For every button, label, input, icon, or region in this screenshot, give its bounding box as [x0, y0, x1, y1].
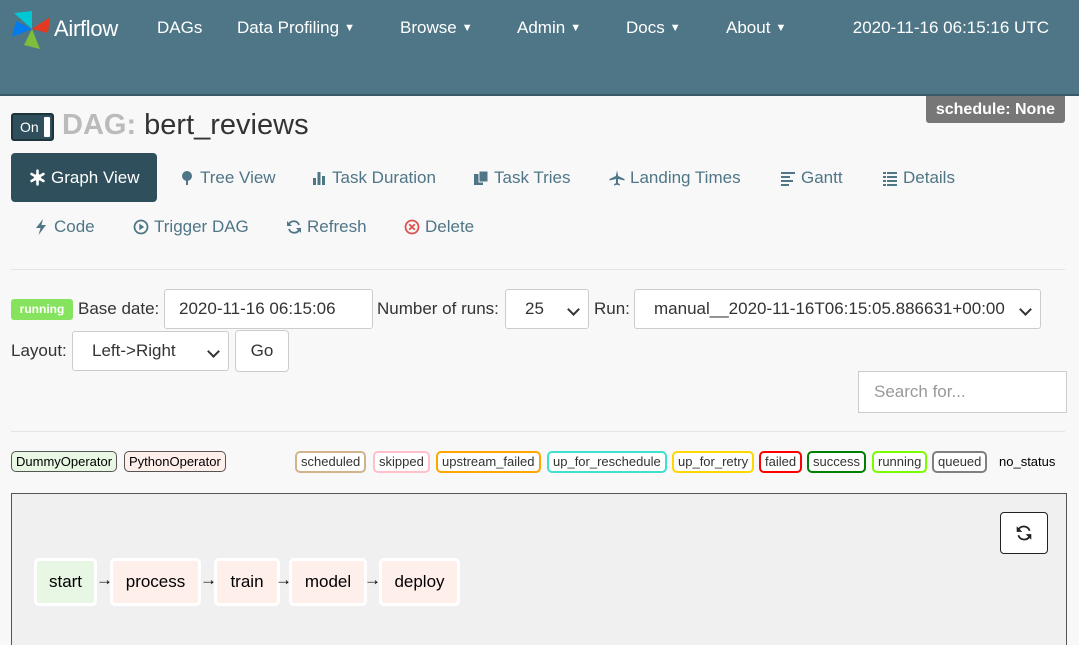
- tab-graph-view[interactable]: Graph View: [11, 153, 157, 202]
- tab-task-tries[interactable]: Task Tries: [473, 168, 571, 188]
- legend-operator-dummy: DummyOperator: [11, 451, 118, 472]
- nav-admin-label: Admin: [517, 18, 566, 37]
- refresh-icon: [1016, 525, 1032, 541]
- dag-run-state-badge: running: [11, 299, 73, 320]
- trigger-dag-label: Trigger DAG: [154, 217, 249, 236]
- base-date-label: Base date:: [78, 299, 160, 318]
- tab-details-label: Details: [903, 168, 955, 187]
- nav-docs-label: Docs: [626, 18, 665, 37]
- num-runs-value: 25: [525, 299, 544, 318]
- dag-pause-toggle[interactable]: On: [11, 113, 54, 141]
- tab-gantt[interactable]: Gantt: [780, 168, 843, 188]
- search-input[interactable]: Search for...: [858, 371, 1067, 413]
- flash-icon: [36, 219, 46, 235]
- divider: [11, 269, 1065, 270]
- task-node-deploy[interactable]: deploy: [379, 558, 460, 606]
- page-title: DAG: bert_reviews: [62, 107, 309, 143]
- task-node-model[interactable]: model: [289, 558, 367, 606]
- play-circle-icon: [133, 219, 149, 235]
- task-node-train[interactable]: train: [214, 558, 280, 606]
- legend-state-success[interactable]: success: [807, 451, 866, 473]
- layout-select[interactable]: Left->Right: [72, 331, 229, 371]
- dag-prefix: DAG:: [62, 109, 137, 141]
- nav-data-profiling-label: Data Profiling: [237, 18, 340, 37]
- layout-value: Left->Right: [92, 341, 176, 360]
- legend-operator-python: PythonOperator: [124, 451, 226, 472]
- nav-docs[interactable]: Docs ▼: [626, 18, 681, 40]
- duplicate-icon: [474, 170, 489, 185]
- align-left-icon: [781, 172, 795, 186]
- trigger-dag-button[interactable]: Trigger DAG: [133, 217, 249, 237]
- tab-graph-view-label: Graph View: [51, 167, 140, 187]
- tab-tree-view[interactable]: Tree View: [179, 168, 276, 188]
- legend-state-upstream-failed[interactable]: upstream_failed: [436, 451, 541, 473]
- legend-state-no-status[interactable]: no_status: [999, 454, 1055, 469]
- refresh-icon: [287, 220, 301, 234]
- graph-refresh-button[interactable]: [1000, 512, 1048, 554]
- layout-label: Layout:: [11, 341, 67, 360]
- legend-state-running[interactable]: running: [872, 451, 928, 473]
- nav-admin[interactable]: Admin ▼: [517, 18, 581, 40]
- chevron-down-icon: ▼: [570, 22, 582, 34]
- tab-task-duration-label: Task Duration: [332, 168, 436, 187]
- num-runs-select[interactable]: 25: [505, 289, 589, 329]
- tab-landing-times[interactable]: Landing Times: [609, 168, 741, 188]
- legend-state-queued[interactable]: queued: [932, 451, 988, 473]
- tab-task-tries-label: Task Tries: [494, 168, 571, 187]
- refresh-button[interactable]: Refresh: [286, 217, 367, 237]
- chevron-down-icon: ▼: [344, 22, 355, 34]
- toggle-label: On: [20, 119, 39, 135]
- delete-label: Delete: [425, 217, 475, 236]
- brand-name: Airflow: [54, 16, 118, 41]
- legend-state-scheduled[interactable]: scheduled: [295, 451, 367, 473]
- task-node-process[interactable]: process: [110, 558, 201, 606]
- asterisk-icon: [30, 169, 45, 186]
- legend-state-up-for-reschedule[interactable]: up_for_reschedule: [547, 451, 667, 473]
- top-navbar: Airflow DAGs Data Profiling ▼ Browse ▼ Adm…: [0, 0, 1079, 96]
- legend-state-up-for-retry[interactable]: up_for_retry: [672, 451, 755, 473]
- schedule-badge: schedule: None: [925, 96, 1065, 123]
- refresh-label: Refresh: [307, 217, 367, 236]
- tree-icon: [182, 171, 192, 185]
- list-icon: [883, 172, 897, 186]
- pinwheel-icon: [12, 11, 50, 49]
- airflow-logo[interactable]: Airflow: [10, 7, 118, 51]
- num-runs-label: Number of runs:: [377, 299, 499, 318]
- chevron-down-icon: ▼: [461, 22, 473, 34]
- tab-tree-view-label: Tree View: [200, 168, 276, 187]
- nav-about[interactable]: About ▼: [726, 18, 786, 40]
- plane-icon: [609, 170, 625, 186]
- base-date-input[interactable]: 2020-11-16 06:15:06: [164, 289, 373, 329]
- nav-data-profiling[interactable]: Data Profiling ▼: [237, 18, 355, 40]
- run-label: Run:: [594, 299, 630, 318]
- task-node-start[interactable]: start: [34, 558, 97, 606]
- utc-clock: 2020-11-16 06:15:16 UTC: [852, 18, 1049, 37]
- chevron-down-icon: ▼: [669, 22, 681, 34]
- nav-about-label: About: [726, 18, 771, 37]
- bar-chart-icon: [313, 172, 325, 185]
- delete-button[interactable]: Delete: [404, 217, 474, 237]
- nav-dags-label: DAGs: [157, 18, 203, 37]
- divider: [11, 431, 1065, 432]
- tab-code[interactable]: Code: [33, 217, 95, 237]
- chevron-down-icon: ▼: [775, 22, 787, 34]
- tab-code-label: Code: [54, 217, 95, 236]
- legend-state-failed[interactable]: failed: [759, 451, 803, 473]
- tab-task-duration[interactable]: Task Duration: [311, 168, 436, 188]
- run-value: manual__2020-11-16T06:15:05.886631+00:00: [654, 299, 1005, 318]
- legend-state-skipped[interactable]: skipped: [373, 451, 430, 473]
- dag-graph-canvas[interactable]: start → process → train → model → deploy: [11, 493, 1067, 645]
- run-select[interactable]: manual__2020-11-16T06:15:05.886631+00:00: [634, 289, 1041, 329]
- nav-dags[interactable]: DAGs: [157, 18, 202, 38]
- nav-browse-label: Browse: [400, 18, 457, 37]
- dag-id: bert_reviews: [144, 109, 309, 141]
- tab-gantt-label: Gantt: [801, 168, 843, 187]
- nav-browse[interactable]: Browse ▼: [400, 18, 473, 40]
- tab-details[interactable]: Details: [882, 168, 955, 188]
- tab-landing-times-label: Landing Times: [630, 168, 741, 187]
- remove-circle-icon: [404, 219, 420, 235]
- go-button[interactable]: Go: [235, 330, 289, 372]
